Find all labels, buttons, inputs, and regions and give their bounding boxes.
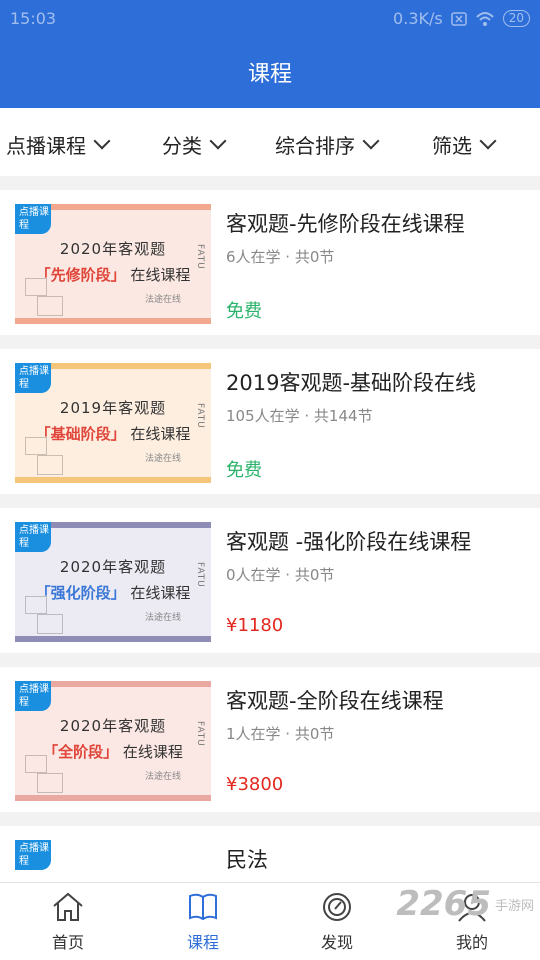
brand-text: FATU [195, 403, 205, 429]
tab-label: 我的 [455, 933, 488, 952]
course-title: 民法 [226, 848, 268, 872]
thumb-stripe [15, 477, 211, 483]
thumb-stripe [15, 318, 211, 324]
vod-badge: 点播课程 [15, 840, 51, 870]
course-price: 免费 [226, 301, 262, 322]
course-price: ¥1180 [226, 615, 284, 636]
chevron-down-icon [479, 132, 497, 149]
thumb-highlight: 「强化阶段」 [35, 584, 126, 602]
vod-badge: 点播课程 [15, 522, 51, 552]
course-meta: 0人在学 · 共0节 [226, 566, 335, 584]
compass-icon [323, 893, 351, 921]
filter-vod-courses[interactable]: 点播课程 [6, 130, 111, 159]
status-bar: 15:03 0.3K/s 20 [0, 0, 540, 36]
thumb-suffix: 在线课程 [130, 266, 191, 284]
chevron-down-icon [209, 132, 227, 149]
filter-bar: 点播课程 分类 综合排序 筛选 [0, 108, 540, 176]
thumb-suffix: 在线课程 [122, 743, 183, 761]
watermark-text: 手游网 [494, 898, 534, 914]
course-thumbnail: 点播课程 2020年客观题 「先修阶段」 在线课程 FATU 法途在线 [15, 204, 211, 324]
page-title: 课程 [247, 62, 292, 87]
chevron-down-icon [362, 132, 380, 149]
course-price: ¥3800 [226, 774, 284, 795]
thumb-line2: 「强化阶段」 在线课程 [15, 582, 211, 603]
wifi-icon [476, 11, 494, 26]
logo: 法途在线 [145, 295, 182, 305]
course-card[interactable]: 点播课程 2020年客观题 「全阶段」 在线课程 FATU 法途在线 客观题-全… [0, 667, 540, 812]
network-speed: 0.3K/s [393, 9, 443, 28]
thumb-highlight: 「全阶段」 [43, 743, 119, 761]
course-meta: 1人在学 · 共0节 [226, 725, 335, 743]
logo: 法途在线 [145, 772, 182, 782]
document-icon [37, 455, 63, 475]
course-title: 客观题-全阶段在线课程 [226, 689, 444, 713]
course-meta: 105人在学 · 共144节 [226, 407, 373, 425]
tab-label: 发现 [320, 933, 353, 952]
book-icon [189, 893, 217, 921]
brand-text: FATU [195, 244, 205, 270]
status-time: 15:03 [10, 9, 57, 28]
thumb-line1: 2020年客观题 [59, 240, 167, 258]
filter-sort[interactable]: 综合排序 [275, 130, 380, 159]
course-card[interactable]: 点播课程 2019年客观题 「基础阶段」 在线课程 FATU 法途在线 2019… [0, 349, 540, 494]
sim-icon [450, 11, 467, 26]
thumb-stripe [15, 795, 211, 801]
home-icon [53, 892, 83, 921]
thumb-line2: 「先修阶段」 在线课程 [15, 264, 211, 285]
vod-badge: 点播课程 [15, 363, 51, 393]
logo: 法途在线 [145, 613, 182, 623]
document-icon [37, 773, 63, 793]
thumb-highlight: 「先修阶段」 [35, 266, 126, 284]
thumb-suffix: 在线课程 [130, 584, 191, 602]
tab-home[interactable]: 首页 [28, 891, 108, 953]
vod-badge: 点播课程 [15, 204, 51, 234]
brand-text: FATU [195, 721, 205, 747]
chevron-down-icon [93, 132, 111, 149]
filter-screen[interactable]: 筛选 [432, 130, 497, 159]
brand-text: FATU [195, 562, 205, 588]
tab-discover[interactable]: 发现 [297, 891, 377, 953]
filter-label: 分类 [162, 134, 202, 158]
course-title: 客观题 -强化阶段在线课程 [226, 530, 472, 554]
document-icon [37, 296, 63, 316]
thumb-line1: 2020年客观题 [59, 717, 167, 735]
vod-badge: 点播课程 [15, 681, 51, 711]
logo: 法途在线 [145, 454, 182, 464]
document-icon [37, 614, 63, 634]
filter-label: 综合排序 [275, 134, 355, 158]
thumb-highlight: 「基础阶段」 [35, 425, 126, 443]
course-title: 2019客观题-基础阶段在线 [226, 371, 477, 395]
thumb-line2: 「全阶段」 在线课程 [15, 741, 211, 762]
course-meta: 6人在学 · 共0节 [226, 248, 335, 266]
course-title: 客观题-先修阶段在线课程 [226, 212, 465, 236]
course-thumbnail: 点播课程 2020年客观题 「全阶段」 在线课程 FATU 法途在线 [15, 681, 211, 801]
course-card[interactable]: 点播课程 2020年客观题 「先修阶段」 在线课程 FATU 法途在线 客观题-… [0, 190, 540, 335]
filter-label: 点播课程 [6, 134, 86, 158]
course-price: 免费 [226, 460, 262, 481]
watermark-number: 2265 [396, 884, 491, 924]
thumb-line1: 2020年客观题 [59, 558, 167, 576]
course-thumbnail: 点播课程 2020年客观题 「强化阶段」 在线课程 FATU 法途在线 [15, 522, 211, 642]
watermark: 2265 手游网 [396, 884, 534, 924]
tab-label: 首页 [51, 933, 84, 952]
app-header: 课程 [0, 36, 540, 108]
course-card[interactable]: 点播课程 2020年客观题 「强化阶段」 在线课程 FATU 法途在线 客观题 … [0, 508, 540, 653]
battery-indicator: 20 [502, 10, 530, 27]
tab-courses[interactable]: 课程 [163, 891, 243, 953]
thumb-stripe [15, 636, 211, 642]
filter-category[interactable]: 分类 [162, 130, 227, 159]
thumb-line2: 「基础阶段」 在线课程 [15, 423, 211, 444]
course-thumbnail: 点播课程 2019年客观题 「基础阶段」 在线课程 FATU 法途在线 [15, 363, 211, 483]
tab-label: 课程 [186, 933, 219, 952]
filter-label: 筛选 [432, 134, 472, 158]
thumb-suffix: 在线课程 [130, 425, 191, 443]
thumb-line1: 2019年客观题 [59, 399, 167, 417]
